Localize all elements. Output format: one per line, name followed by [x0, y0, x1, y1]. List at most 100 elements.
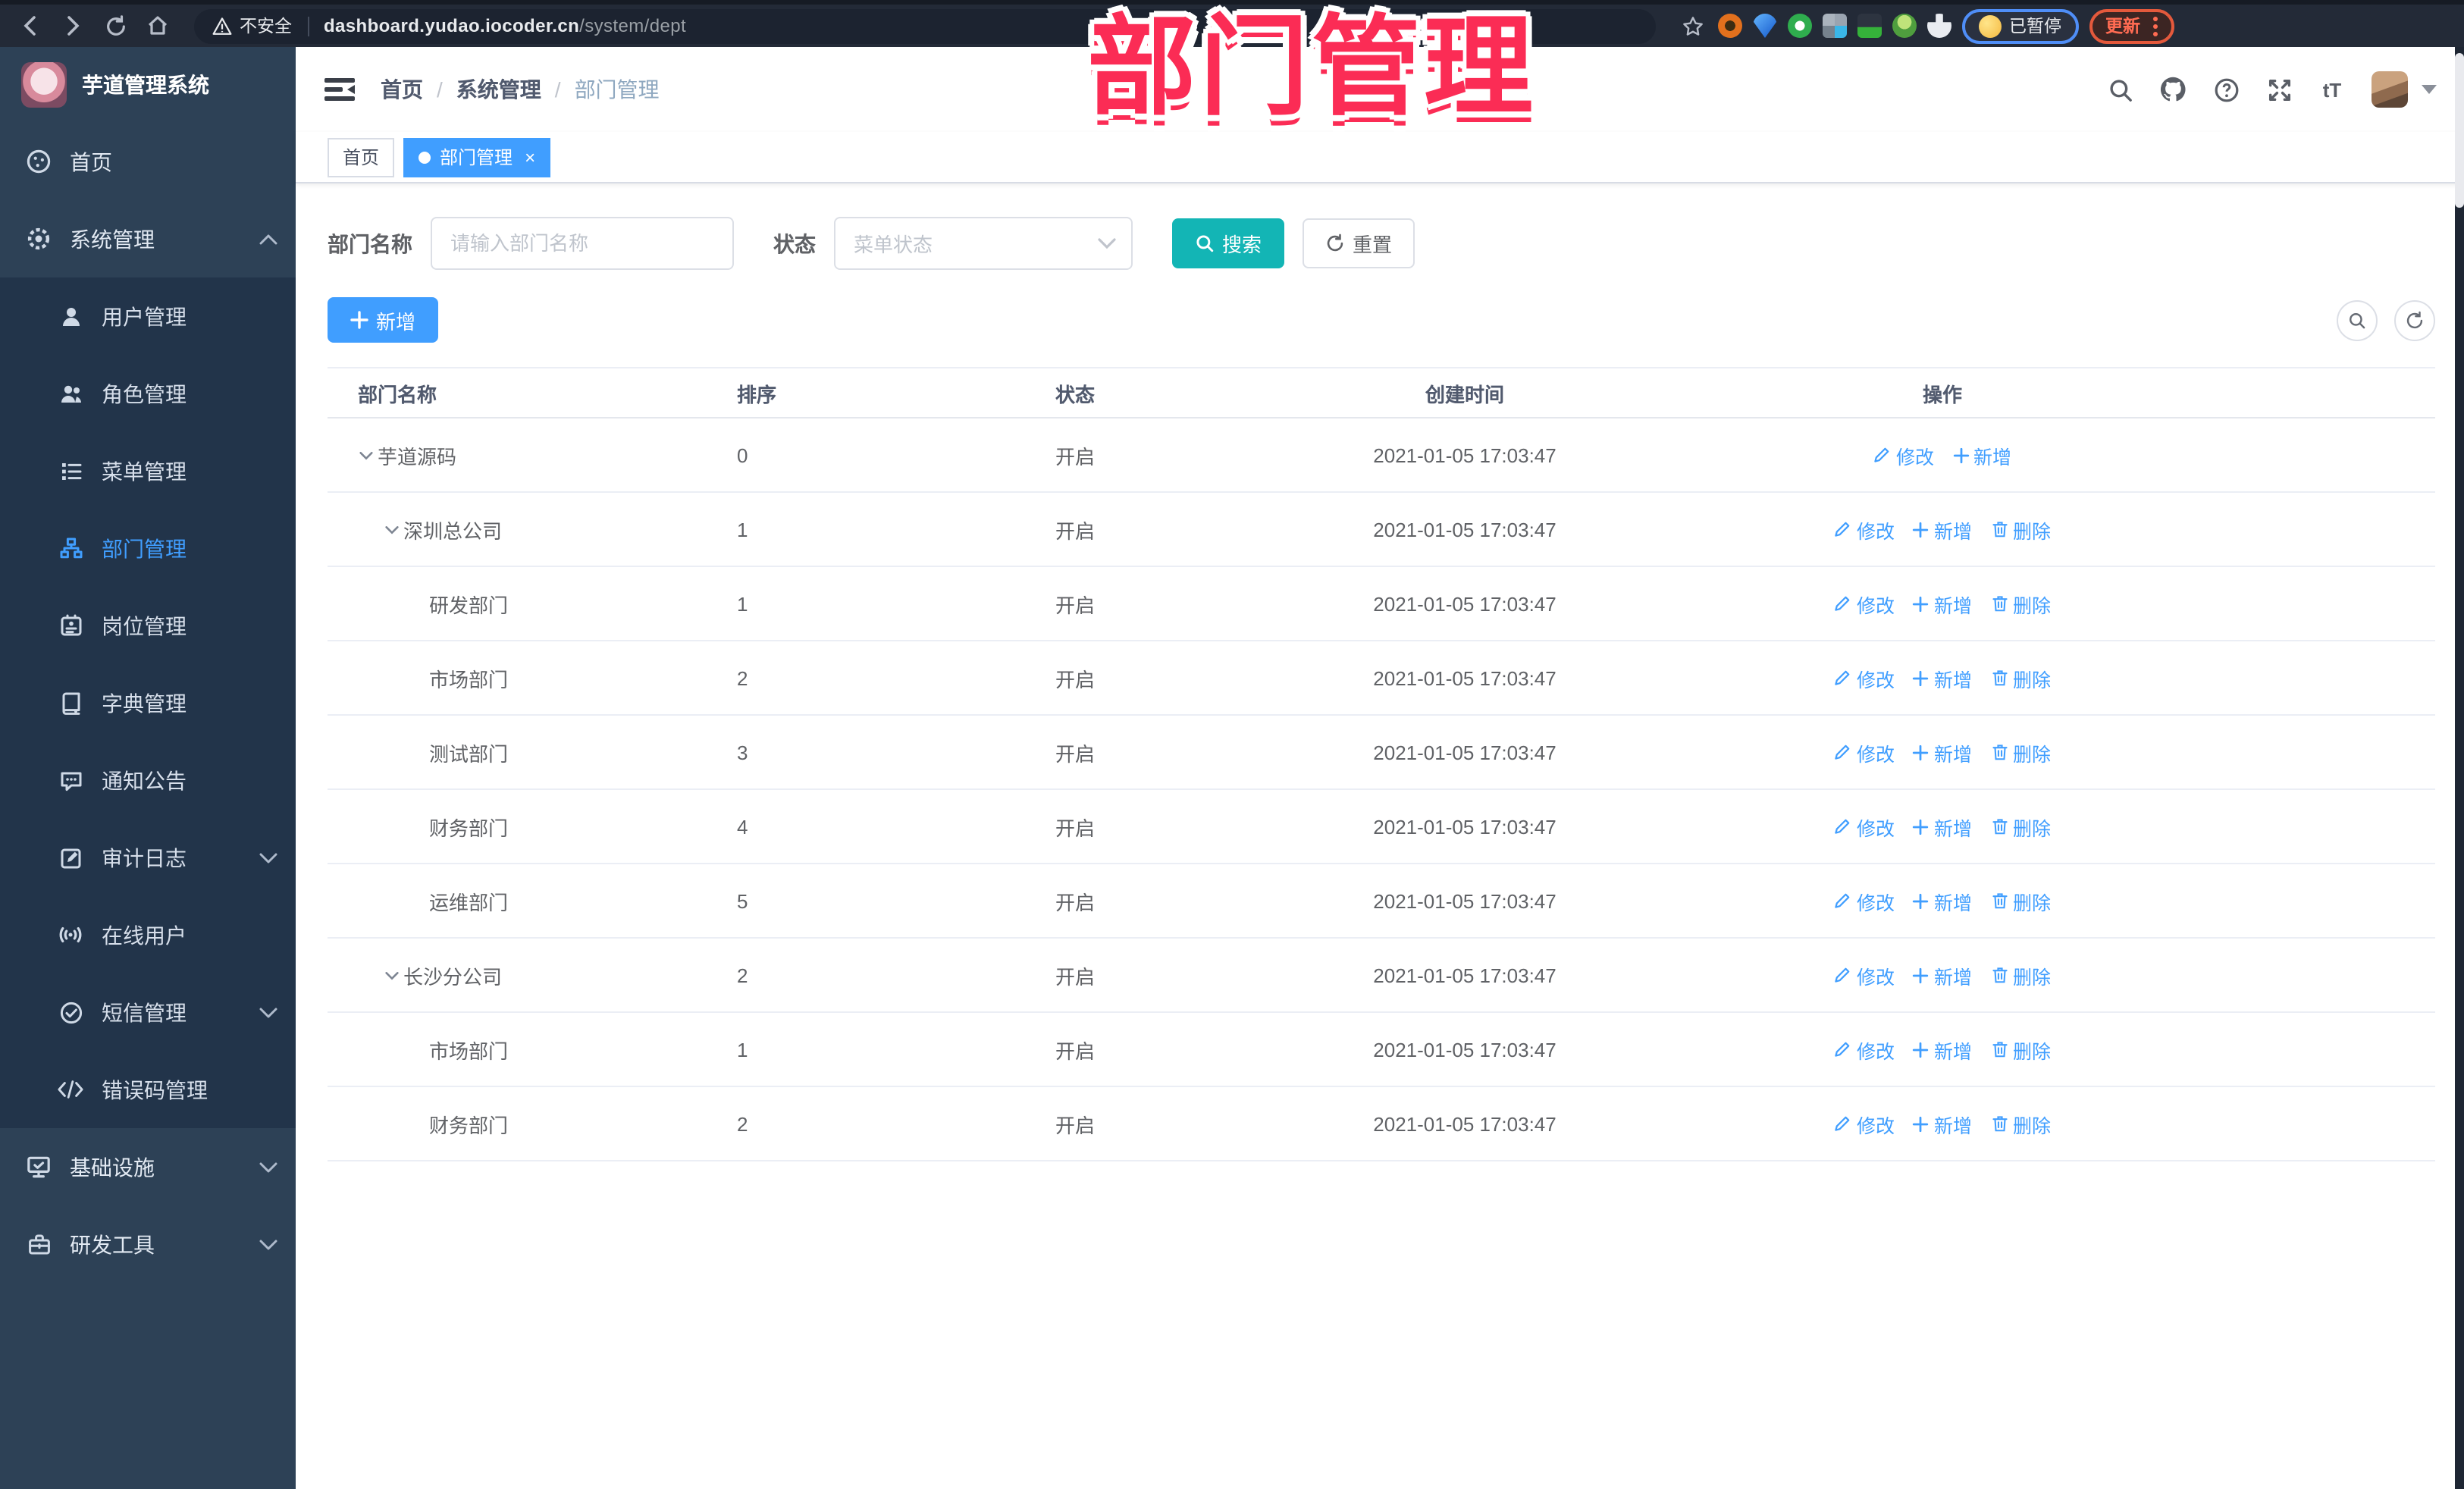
reset-button[interactable]: 重置	[1303, 218, 1415, 268]
modify-link[interactable]: 修改	[1873, 440, 1934, 469]
expand-arrow-icon[interactable]	[384, 965, 403, 985]
sidebar-item-14[interactable]: 研发工具	[0, 1205, 296, 1283]
viewport: 不安全 dashboard.yudao.iocoder.cn/system/de…	[0, 0, 2464, 1489]
filter-form: 部门名称 状态 菜单状态 搜索 重置	[328, 217, 2435, 270]
extension-green-icon[interactable]	[1892, 14, 1917, 38]
sidebar-item-3[interactable]: 角色管理	[0, 355, 296, 432]
github-icon[interactable]	[2159, 76, 2187, 103]
home-icon[interactable]	[140, 8, 176, 44]
expand-arrow-icon[interactable]	[384, 519, 403, 539]
refresh-table-button[interactable]	[2394, 299, 2435, 340]
sidebar-item-6[interactable]: 岗位管理	[0, 587, 296, 664]
sidebar-item-13[interactable]: 基础设施	[0, 1128, 296, 1205]
tab-close-icon[interactable]: ×	[525, 148, 535, 166]
sidebar-item-12[interactable]: 错误码管理	[0, 1051, 296, 1128]
extension-check-icon[interactable]	[1788, 14, 1812, 38]
table-row: 长沙分公司 2 开启 2021-01-05 17:03:47 修改 新增 删除	[328, 939, 2435, 1013]
add-link[interactable]: 新增	[1952, 440, 2011, 469]
header-search-icon[interactable]	[2106, 76, 2133, 103]
sidebar-item-5[interactable]: 部门管理	[0, 509, 296, 587]
font-size-icon[interactable]: tT	[2318, 76, 2346, 103]
sidebar-item-4[interactable]: 菜单管理	[0, 432, 296, 509]
sidebar-item-8[interactable]: 通知公告	[0, 741, 296, 819]
edit-log-icon	[58, 845, 83, 870]
dept-status: 开启	[1055, 668, 1096, 691]
security-warning[interactable]: 不安全	[212, 14, 292, 38]
modify-link[interactable]: 修改	[1834, 1109, 1895, 1138]
extension-onoff-icon[interactable]	[1857, 14, 1882, 38]
status-select[interactable]: 菜单状态	[834, 217, 1133, 270]
user-menu-caret-icon[interactable]	[2422, 84, 2437, 95]
address-bar[interactable]: 不安全 dashboard.yudao.iocoder.cn/system/de…	[194, 8, 1656, 43]
delete-link[interactable]: 删除	[1990, 886, 2051, 915]
help-icon[interactable]	[2212, 76, 2240, 103]
delete-link[interactable]: 删除	[1990, 738, 2051, 766]
modify-link[interactable]: 修改	[1834, 812, 1895, 841]
extension-gem-icon[interactable]	[1753, 14, 1777, 38]
add-link[interactable]: 新增	[1913, 1035, 1972, 1064]
tab-home[interactable]: 首页	[328, 137, 395, 177]
add-button[interactable]: 新增	[328, 297, 439, 343]
tab-dept[interactable]: 部门管理 ×	[403, 137, 551, 177]
update-button[interactable]: 更新	[2089, 8, 2174, 43]
sidebar-item-0[interactable]: 首页	[0, 123, 296, 200]
add-link[interactable]: 新增	[1913, 663, 1972, 692]
sidebar-item-11[interactable]: 短信管理	[0, 973, 296, 1051]
add-link[interactable]: 新增	[1913, 961, 1972, 989]
modify-link[interactable]: 修改	[1834, 515, 1895, 544]
hide-search-button[interactable]	[2337, 299, 2378, 340]
delete-link[interactable]: 删除	[1990, 589, 2051, 618]
extensions-puzzle-icon[interactable]	[1927, 14, 1951, 38]
extension-squares-icon[interactable]	[1823, 14, 1847, 38]
delete-link[interactable]: 删除	[1990, 961, 2051, 989]
back-icon[interactable]	[12, 8, 49, 44]
expand-arrow-icon[interactable]	[358, 445, 378, 465]
breadcrumb-home[interactable]: 首页	[381, 74, 423, 105]
add-link[interactable]: 新增	[1913, 738, 1972, 766]
search-button[interactable]: 搜索	[1172, 218, 1285, 268]
add-link[interactable]: 新增	[1913, 1109, 1972, 1138]
sidebar-item-1[interactable]: 系统管理	[0, 200, 296, 277]
delete-link[interactable]: 删除	[1990, 1109, 2051, 1138]
add-link[interactable]: 新增	[1913, 589, 1972, 618]
fullscreen-icon[interactable]	[2265, 76, 2293, 103]
user-avatar[interactable]	[2372, 71, 2408, 108]
modify-link[interactable]: 修改	[1834, 738, 1895, 766]
sidebar-item-9[interactable]: 审计日志	[0, 819, 296, 896]
delete-link-label: 删除	[2013, 1115, 2052, 1136]
add-link[interactable]: 新增	[1913, 812, 1972, 841]
sidebar-collapse-icon[interactable]	[323, 74, 356, 105]
bookmark-star-icon[interactable]	[1677, 8, 1707, 44]
forward-icon[interactable]	[55, 8, 91, 44]
reload-icon[interactable]	[97, 8, 133, 44]
scrollbar-thumb[interactable]	[2455, 53, 2464, 208]
extension-orange-icon[interactable]	[1718, 14, 1742, 38]
sidebar-logo[interactable]: 芋道管理系统	[0, 47, 296, 123]
reset-button-label: 重置	[1353, 234, 1393, 256]
sidebar-item-label: 在线用户	[102, 923, 187, 947]
delete-link[interactable]: 删除	[1990, 663, 2051, 692]
row-actions: 修改 新增 删除	[1707, 1109, 2177, 1138]
sidebar-item-10[interactable]: 在线用户	[0, 896, 296, 973]
delete-link[interactable]: 删除	[1990, 1035, 2051, 1064]
modify-link[interactable]: 修改	[1834, 1035, 1895, 1064]
breadcrumb-separator: /	[554, 77, 561, 102]
sidebar-item-label: 岗位管理	[102, 613, 187, 638]
add-link-label: 新增	[1933, 1041, 1972, 1062]
modify-link[interactable]: 修改	[1834, 589, 1895, 618]
delete-link[interactable]: 删除	[1990, 812, 2051, 841]
profile-chip[interactable]: 已暂停	[1962, 8, 2078, 43]
modify-link[interactable]: 修改	[1834, 961, 1895, 989]
dept-name-input[interactable]	[431, 217, 734, 270]
content: 部门名称 状态 菜单状态 搜索 重置	[296, 183, 2464, 1161]
add-link[interactable]: 新增	[1913, 515, 1972, 544]
breadcrumb-system[interactable]: 系统管理	[456, 74, 541, 105]
browser-menu-icon[interactable]	[2152, 16, 2157, 36]
add-link-label: 新增	[1973, 447, 2012, 468]
sidebar-item-7[interactable]: 字典管理	[0, 664, 296, 741]
add-link[interactable]: 新增	[1913, 886, 1972, 915]
modify-link[interactable]: 修改	[1834, 663, 1895, 692]
delete-link[interactable]: 删除	[1990, 515, 2051, 544]
sidebar-item-2[interactable]: 用户管理	[0, 277, 296, 355]
modify-link[interactable]: 修改	[1834, 886, 1895, 915]
